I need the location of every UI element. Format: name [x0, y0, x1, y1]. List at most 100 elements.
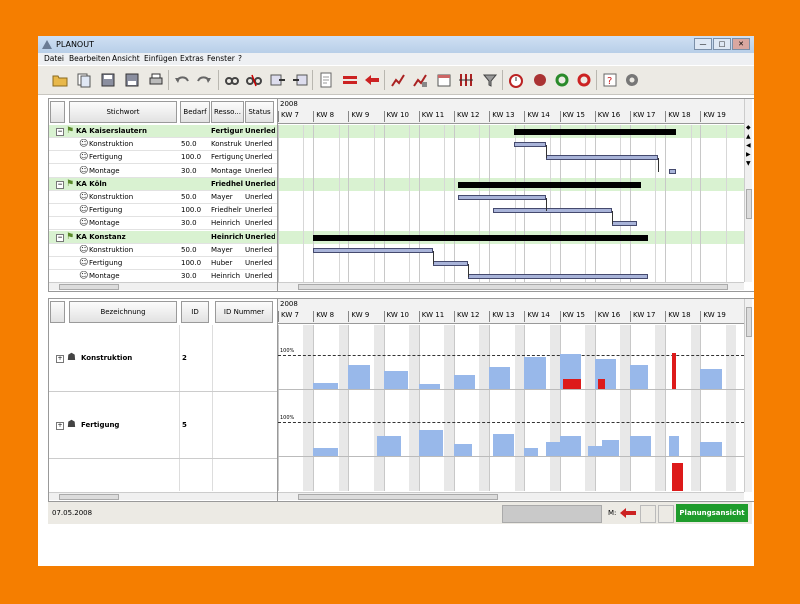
task-bar[interactable]	[513, 142, 546, 148]
refresh-green-icon[interactable]	[554, 72, 570, 88]
stopwatch-icon[interactable]	[508, 72, 524, 88]
filter-icon[interactable]	[482, 72, 498, 88]
gantt-nav-arrows[interactable]: ◆ ▲ ◀ ▶ ▼	[746, 123, 752, 173]
menu-datei[interactable]: Datei	[44, 54, 64, 63]
task-bar[interactable]	[492, 208, 613, 214]
row-status: Unerled	[245, 272, 273, 281]
redo-icon[interactable]	[196, 72, 212, 88]
task-row[interactable]: ☺ Konstruktion 50.0 Mayer Unerled	[49, 191, 277, 204]
weekend-shade	[549, 325, 560, 491]
arrow-left-icon[interactable]	[364, 72, 380, 88]
refresh-red-icon[interactable]	[576, 72, 592, 88]
header-id[interactable]: ID	[181, 301, 209, 323]
task-bar[interactable]	[612, 221, 638, 227]
gantt-horizontal-scrollbar[interactable]	[278, 282, 744, 290]
task-table-scrollbar[interactable]	[49, 282, 277, 290]
menu-extras[interactable]: Extras	[180, 54, 204, 63]
open-icon[interactable]	[52, 72, 68, 88]
header-bezeichnung[interactable]: Bezeichnung	[69, 301, 177, 323]
row-resource: Fertigung	[211, 153, 243, 162]
resource-table-scroll-thumb[interactable]	[59, 494, 119, 500]
chart-edit-icon[interactable]	[412, 72, 428, 88]
capacity-hscroll-thumb[interactable]	[298, 494, 498, 500]
weekend-shade	[444, 325, 454, 491]
gantt-hscroll-thumb[interactable]	[298, 284, 728, 290]
project-summary-bar[interactable]	[513, 129, 676, 135]
task-row[interactable]: ☺ Montage 30.0 Montage Unerled	[49, 165, 277, 178]
planning-view-button[interactable]: Planungsansicht	[676, 504, 748, 522]
expand-toggle[interactable]: +	[56, 422, 64, 430]
unlink-icon[interactable]	[246, 72, 262, 88]
app-logo-icon	[42, 40, 52, 49]
select-all-corner[interactable]	[50, 101, 65, 123]
save-as-icon[interactable]	[124, 72, 140, 88]
header-ressource[interactable]: Resso...	[211, 101, 244, 123]
task-table-scroll-thumb[interactable]	[59, 284, 119, 290]
task-worker-icon: ☺	[79, 218, 89, 229]
header-id-nummer[interactable]: ID Nummer	[215, 301, 273, 323]
print-icon[interactable]	[148, 72, 164, 88]
task-row[interactable]: ☺ Fertigung 100.0 Huber Unerled	[49, 257, 277, 270]
page-icon[interactable]	[318, 72, 334, 88]
collapse-toggle[interactable]: −	[56, 128, 64, 136]
project-summary-bar[interactable]	[457, 181, 641, 188]
capacity-horizontal-scrollbar[interactable]	[278, 492, 744, 500]
task-bar[interactable]	[468, 274, 648, 280]
overload-bar	[672, 353, 676, 389]
import-icon[interactable]	[270, 72, 286, 88]
minimize-button[interactable]: —	[694, 38, 712, 50]
row-status: Unerled	[245, 166, 273, 175]
close-button[interactable]: ✕	[732, 38, 750, 50]
maximize-button[interactable]: □	[713, 38, 731, 50]
header-status[interactable]: Status	[245, 101, 274, 123]
mode-arrow-icon[interactable]	[620, 508, 636, 518]
header-stichwort[interactable]: Stichwort	[69, 101, 177, 123]
export-icon[interactable]	[292, 72, 308, 88]
task-bar[interactable]	[457, 195, 546, 200]
settings-icon[interactable]	[624, 72, 640, 88]
save-icon[interactable]	[100, 72, 116, 88]
menu-fenster[interactable]: Fenster	[207, 54, 235, 63]
task-bar[interactable]	[313, 247, 433, 253]
task-row[interactable]: ☺ Konstruktion 50.0 Mayer Unerled	[49, 244, 277, 257]
task-bar[interactable]	[668, 168, 676, 174]
task-bar[interactable]	[432, 261, 469, 266]
gantt-vertical-scrollbar[interactable]: ◆ ▲ ◀ ▶ ▼	[744, 99, 752, 282]
resource-table-scrollbar[interactable]	[49, 492, 277, 500]
row-demand: 30.0	[181, 272, 197, 281]
copy-icon[interactable]	[76, 72, 92, 88]
header-bedarf[interactable]: Bedarf	[180, 101, 210, 123]
expand-toggle[interactable]: +	[56, 355, 64, 363]
resource-row[interactable]: + ☗ Fertigung 5	[49, 392, 277, 459]
collapse-toggle[interactable]: −	[56, 233, 64, 242]
menu-bearbeiten[interactable]: Bearbeiten	[69, 54, 110, 63]
resource-select-all-corner[interactable]	[50, 301, 65, 323]
capacity-vertical-scrollbar[interactable]	[744, 299, 752, 492]
menu-help[interactable]: ?	[238, 54, 242, 63]
menu-ansicht[interactable]: Ansicht	[112, 54, 140, 63]
week-label: KW 12	[454, 111, 489, 122]
task-bar[interactable]	[545, 155, 659, 161]
project-row[interactable]: − ⚑ KA Köln Friedhelr Unerled	[49, 177, 277, 191]
task-row[interactable]: ☺ Fertigung 100.0 Friedhelr Unerled	[49, 204, 277, 218]
record-icon[interactable]	[532, 72, 548, 88]
task-row[interactable]: ☺ Konstruktion 50.0 Konstruk Unerled	[49, 138, 277, 152]
link-icon[interactable]	[224, 72, 240, 88]
resource-row[interactable]: + ☗ Konstruktion 2	[49, 325, 277, 392]
menu-einfuegen[interactable]: Einfügen	[144, 54, 177, 63]
columns-icon[interactable]	[458, 72, 474, 88]
capacity-year-label: 2008	[280, 300, 298, 308]
project-row[interactable]: − ⚑ KA Konstanz Heinrich Unerled	[49, 230, 277, 244]
project-summary-bar[interactable]	[313, 234, 648, 241]
task-row[interactable]: ☺ Fertigung 100.0 Fertigung Unerled	[49, 151, 277, 165]
task-row[interactable]: ☺ Montage 30.0 Heinrich Unerled	[49, 217, 277, 231]
capacity-vscroll-thumb[interactable]	[746, 307, 752, 337]
calendar-icon[interactable]	[436, 72, 452, 88]
chart-icon[interactable]	[390, 72, 406, 88]
bars-icon[interactable]	[342, 72, 358, 88]
project-row[interactable]: −⚑KA Kaiserslautern FertigungUnerled	[49, 125, 277, 138]
gantt-vscroll-thumb[interactable]	[746, 189, 752, 219]
collapse-toggle[interactable]: −	[56, 180, 64, 189]
undo-icon[interactable]	[174, 72, 190, 88]
help-icon[interactable]: ?	[602, 72, 618, 88]
